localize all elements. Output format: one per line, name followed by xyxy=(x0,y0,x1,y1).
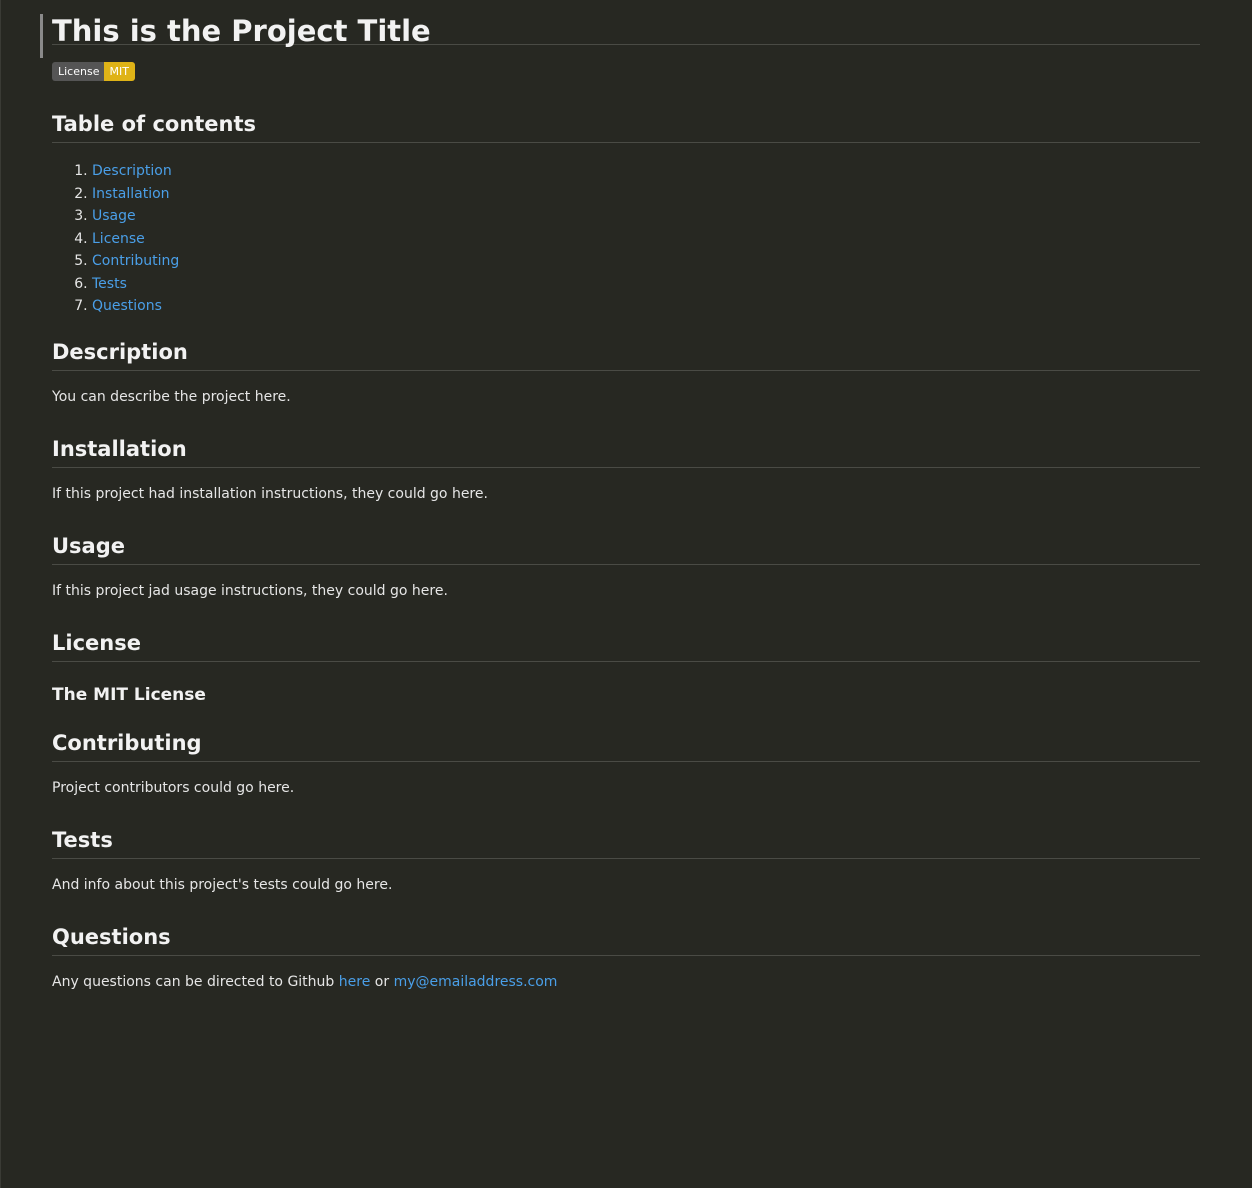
toc-list: Description Installation Usage License C… xyxy=(52,160,1200,318)
github-link[interactable]: here xyxy=(339,974,371,990)
toc-link-description[interactable]: Description xyxy=(92,163,172,179)
toc-link-license[interactable]: License xyxy=(92,231,145,247)
questions-text-middle: or xyxy=(374,973,390,990)
toc-item-contributing: Contributing xyxy=(92,250,1200,273)
title-accent-bar xyxy=(40,14,43,58)
tests-heading: Tests xyxy=(52,826,1200,859)
email-link[interactable]: my@emailaddress.com xyxy=(394,974,558,990)
toc-link-usage[interactable]: Usage xyxy=(92,208,136,224)
questions-heading: Questions xyxy=(52,923,1200,956)
page-title: This is the Project Title xyxy=(52,0,1200,48)
license-badge[interactable]: License MIT xyxy=(52,62,135,81)
description-text: You can describe the project here. xyxy=(52,388,291,405)
toc-item-usage: Usage xyxy=(92,205,1200,228)
installation-text: If this project had installation instruc… xyxy=(52,485,488,502)
toc-link-installation[interactable]: Installation xyxy=(92,186,170,202)
toc-link-contributing[interactable]: Contributing xyxy=(92,253,179,269)
toc-link-questions[interactable]: Questions xyxy=(92,298,162,314)
questions-text-before: Any questions can be directed to Github xyxy=(52,973,335,990)
contributing-heading: Contributing xyxy=(52,729,1200,762)
toc-item-installation: Installation xyxy=(92,183,1200,206)
license-subheading: The MIT License xyxy=(52,684,206,705)
license-badge-label: License xyxy=(52,62,105,81)
toc-item-license: License xyxy=(92,228,1200,251)
toc-item-questions: Questions xyxy=(92,295,1200,318)
description-heading: Description xyxy=(52,338,1200,371)
license-badge-value: MIT xyxy=(104,62,135,81)
usage-heading: Usage xyxy=(52,532,1200,565)
installation-heading: Installation xyxy=(52,435,1200,468)
toc-item-tests: Tests xyxy=(92,273,1200,296)
tests-text: And info about this project's tests coul… xyxy=(52,876,393,893)
usage-text: If this project jad usage instructions, … xyxy=(52,582,448,599)
toc-heading: Table of contents xyxy=(52,110,1200,143)
contributing-text: Project contributors could go here. xyxy=(52,779,295,796)
readme-document: This is the Project Title License MIT Ta… xyxy=(40,0,1200,992)
toc-item-description: Description xyxy=(92,160,1200,183)
toc-link-tests[interactable]: Tests xyxy=(92,276,127,292)
window-left-edge xyxy=(0,0,1,1188)
questions-text: Any questions can be directed to Github … xyxy=(52,972,1200,992)
license-heading: License xyxy=(52,629,1200,662)
